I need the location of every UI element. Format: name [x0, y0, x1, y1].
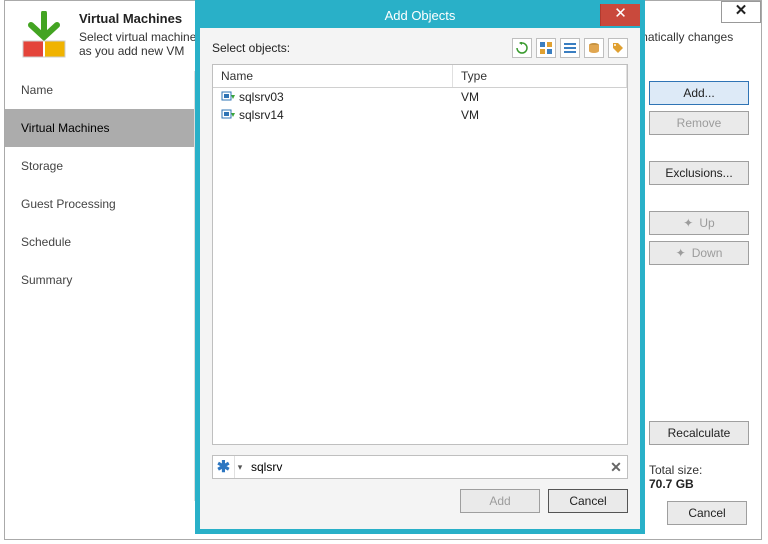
list-item-name: sqlsrv14	[239, 108, 284, 122]
wizard-close-button[interactable]: ✕	[721, 1, 761, 23]
dialog-cancel-button[interactable]: Cancel	[548, 489, 628, 513]
dialog-close-button[interactable]: ✕	[600, 4, 640, 26]
down-button-label: Down	[692, 246, 723, 260]
add-objects-dialog: Add Objects ✕ Select objects: Name Type …	[195, 0, 645, 534]
dialog-title: Add Objects	[385, 8, 456, 23]
nav-item-guest-processing[interactable]: Guest Processing	[5, 185, 194, 223]
down-button[interactable]: ✦Down	[649, 241, 749, 265]
refresh-icon[interactable]	[512, 38, 532, 58]
total-size-label: Total size:	[649, 463, 749, 477]
wizard-cancel-button[interactable]: Cancel	[667, 501, 747, 525]
select-objects-label: Select objects:	[212, 41, 290, 55]
list-item-type: VM	[457, 90, 623, 104]
dialog-titlebar[interactable]: Add Objects ✕	[200, 4, 640, 28]
objects-list[interactable]: Name Type sqlsrv03 VM sqlsrv14 VM	[212, 64, 628, 445]
nav-item-name[interactable]: Name	[5, 71, 194, 109]
column-header-type[interactable]: Type	[453, 65, 627, 87]
wizard-nav: Name Virtual Machines Storage Guest Proc…	[5, 71, 195, 501]
nav-item-schedule[interactable]: Schedule	[5, 223, 194, 261]
dialog-add-button[interactable]: Add	[460, 489, 540, 513]
recalculate-button[interactable]: Recalculate	[649, 421, 749, 445]
list-item-name: sqlsrv03	[239, 90, 284, 104]
tag-icon[interactable]	[608, 38, 628, 58]
view-mode-toolbar	[512, 38, 628, 58]
total-size-value: 70.7 GB	[649, 477, 749, 491]
search-input[interactable]	[245, 460, 605, 474]
list-item[interactable]: sqlsrv03 VM	[213, 88, 627, 106]
nav-item-summary[interactable]: Summary	[5, 261, 194, 299]
vm-icon	[221, 90, 235, 104]
up-button-label: Up	[699, 216, 714, 230]
tree-icon[interactable]	[536, 38, 556, 58]
virtual-machines-icon	[19, 11, 69, 61]
remove-button[interactable]: Remove	[649, 111, 749, 135]
nav-item-virtual-machines[interactable]: Virtual Machines	[5, 109, 194, 147]
exclusions-button[interactable]: Exclusions...	[649, 161, 749, 185]
datastore-icon[interactable]	[584, 38, 604, 58]
search-type-dropdown[interactable]: ▾	[235, 462, 245, 473]
clear-search-button[interactable]: ✕	[605, 459, 627, 476]
vm-icon	[221, 108, 235, 122]
list-item[interactable]: sqlsrv14 VM	[213, 106, 627, 124]
search-box: ✱ ▾ ✕	[212, 455, 628, 479]
search-type-icon[interactable]: ✱	[213, 456, 235, 478]
list-item-type: VM	[457, 108, 623, 122]
list-icon[interactable]	[560, 38, 580, 58]
nav-item-storage[interactable]: Storage	[5, 147, 194, 185]
add-button[interactable]: Add...	[649, 81, 749, 105]
column-header-name[interactable]: Name	[213, 65, 453, 87]
up-button[interactable]: ✦Up	[649, 211, 749, 235]
